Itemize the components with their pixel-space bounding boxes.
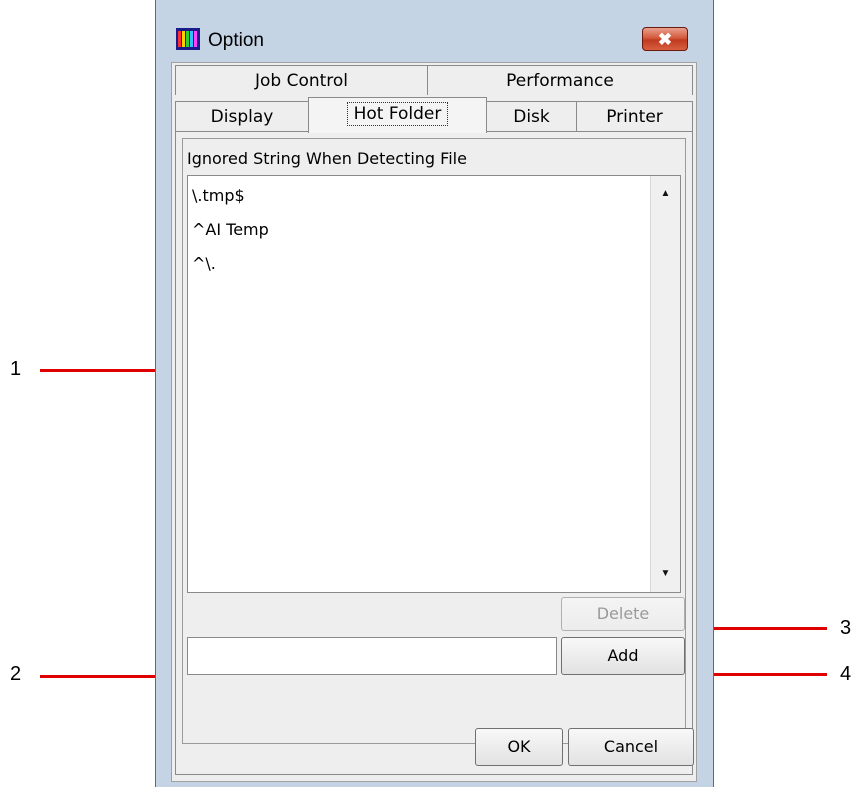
window-title: Option <box>208 30 264 51</box>
cancel-button[interactable]: Cancel <box>568 728 694 766</box>
ignored-strings-group: Ignored String When Detecting File \.tmp… <box>182 138 686 744</box>
tab-printer-label: Printer <box>606 107 663 127</box>
hot-folder-panel: Ignored String When Detecting File \.tmp… <box>175 131 693 775</box>
tab-job-control[interactable]: Job Control <box>175 65 428 95</box>
dialog-client-area: Job Control Performance Display Hot Fold… <box>171 62 697 782</box>
title-bar[interactable]: Option ✖ <box>156 16 713 56</box>
group-label: Ignored String When Detecting File <box>187 149 467 168</box>
close-icon: ✖ <box>657 30 673 49</box>
ignored-string-input[interactable] <box>187 637 557 675</box>
list-item[interactable]: ^\. <box>192 254 216 273</box>
add-button[interactable]: Add <box>561 637 685 675</box>
tab-hot-folder-label: Hot Folder <box>346 102 449 126</box>
tab-disk[interactable]: Disk <box>486 101 577 131</box>
app-icon <box>176 28 200 50</box>
ignored-strings-list[interactable]: \.tmp$ ^AI Temp ^\. ▲ ▼ <box>187 175 681 593</box>
option-dialog: Option ✖ Job Control Performance Display… <box>155 0 714 787</box>
delete-button[interactable]: Delete <box>561 597 685 631</box>
tab-hot-folder[interactable]: Hot Folder <box>308 97 487 133</box>
callout-2-number: 2 <box>10 663 22 685</box>
callout-3-number: 3 <box>840 617 852 639</box>
vertical-scrollbar[interactable]: ▲ ▼ <box>650 176 680 592</box>
scroll-up-icon[interactable]: ▲ <box>651 182 680 206</box>
list-item[interactable]: \.tmp$ <box>192 186 245 205</box>
tab-display-label: Display <box>210 107 274 127</box>
tab-display[interactable]: Display <box>175 101 309 131</box>
scroll-down-icon[interactable]: ▼ <box>651 562 680 586</box>
close-button[interactable]: ✖ <box>642 27 688 51</box>
tab-disk-label: Disk <box>513 107 550 127</box>
callout-4-number: 4 <box>840 663 852 685</box>
tab-performance[interactable]: Performance <box>427 65 693 95</box>
ok-button[interactable]: OK <box>475 728 563 766</box>
list-item[interactable]: ^AI Temp <box>192 220 269 239</box>
tab-printer[interactable]: Printer <box>576 101 693 131</box>
callout-1-number: 1 <box>10 358 22 380</box>
